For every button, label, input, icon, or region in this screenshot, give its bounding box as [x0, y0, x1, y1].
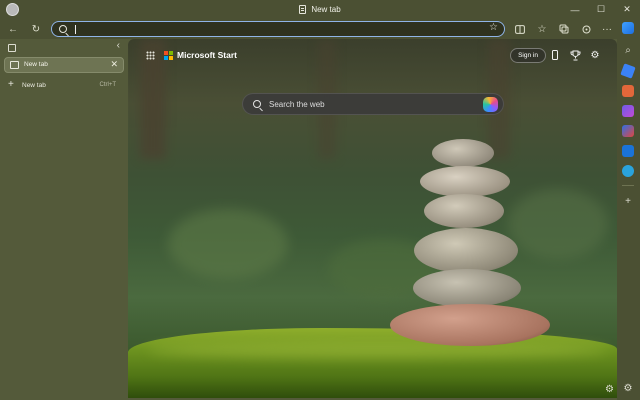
window-title-text: New tab — [311, 5, 341, 14]
stone — [414, 228, 518, 273]
rail-divider — [622, 185, 634, 186]
address-bar[interactable]: ☆ — [51, 21, 505, 37]
search-placeholder: Search the web — [269, 100, 325, 109]
search-icon[interactable]: ⌕ — [621, 44, 635, 56]
moss-ground — [128, 328, 617, 398]
tab-actions-icon[interactable] — [8, 44, 16, 52]
settings-gear-icon[interactable]: ⚙ — [588, 48, 602, 62]
moss-highlight — [148, 342, 608, 358]
right-sidebar: ⌕ + ⚙ — [617, 22, 640, 400]
background-blur — [508, 189, 608, 259]
text-caret — [75, 25, 76, 34]
background-blur — [168, 209, 288, 279]
outlook-icon[interactable] — [622, 145, 634, 157]
tools-icon[interactable] — [622, 85, 634, 97]
title-bar: New tab — ☐ ✕ — [0, 0, 640, 19]
new-tab-shortcut: Ctrl+T — [99, 82, 117, 88]
vertical-tabs-panel: ‹ New tab ✕ + New tab Ctrl+T — [0, 39, 128, 400]
collections-icon[interactable] — [555, 19, 573, 39]
new-tab-label: New tab — [22, 82, 46, 89]
close-tab-icon[interactable]: ✕ — [110, 59, 118, 70]
split-screen-icon[interactable] — [511, 19, 529, 39]
stone — [424, 194, 504, 228]
trophy-icon[interactable] — [568, 48, 582, 62]
search-icon — [253, 100, 261, 108]
add-icon[interactable]: + — [621, 195, 635, 207]
page-icon — [299, 5, 307, 14]
microsoft-logo-icon — [164, 51, 173, 60]
collapse-panel-icon[interactable]: ‹ — [117, 40, 120, 51]
new-tab-page: Microsoft Start Sign in ⚙ Search the web… — [128, 39, 617, 398]
page-icon — [10, 61, 19, 69]
back-button[interactable]: ← — [4, 19, 22, 39]
web-search-box[interactable]: Search the web — [242, 93, 504, 115]
minimize-button[interactable]: — — [562, 0, 588, 19]
copilot-icon[interactable] — [483, 97, 498, 112]
favorites-icon[interactable]: ☆ — [533, 19, 551, 39]
phone-icon[interactable] — [548, 48, 562, 62]
maximize-button[interactable]: ☐ — [588, 0, 614, 19]
new-tab-button[interactable]: + New tab Ctrl+T — [4, 79, 124, 93]
page-settings-icon[interactable]: ⚙ — [605, 384, 614, 395]
more-icon[interactable]: ··· — [598, 19, 616, 39]
favorite-star-icon[interactable]: ☆ — [489, 22, 498, 33]
stone — [420, 166, 510, 197]
copilot-icon[interactable] — [622, 22, 634, 34]
stone — [413, 269, 521, 307]
plus-icon: + — [8, 79, 14, 90]
extensions-icon[interactable] — [577, 19, 595, 39]
tab-label: New tab — [24, 61, 48, 68]
window-title: New tab — [0, 0, 640, 19]
sign-in-button[interactable]: Sign in — [510, 48, 546, 63]
brand-name[interactable]: Microsoft Start — [177, 50, 237, 60]
office-icon[interactable] — [622, 125, 634, 137]
stone — [432, 139, 494, 167]
shopping-icon[interactable] — [620, 63, 636, 79]
refresh-button[interactable]: ↻ — [27, 19, 45, 39]
apps-grid-icon[interactable] — [146, 51, 155, 60]
window-controls: — ☐ ✕ — [562, 0, 640, 19]
games-icon[interactable] — [622, 105, 634, 117]
stone — [390, 304, 550, 346]
search-icon — [59, 25, 67, 33]
telegram-icon[interactable] — [622, 165, 634, 177]
settings-icon[interactable]: ⚙ — [621, 382, 635, 394]
close-button[interactable]: ✕ — [614, 0, 640, 19]
tab-new-tab[interactable]: New tab ✕ — [4, 57, 124, 73]
